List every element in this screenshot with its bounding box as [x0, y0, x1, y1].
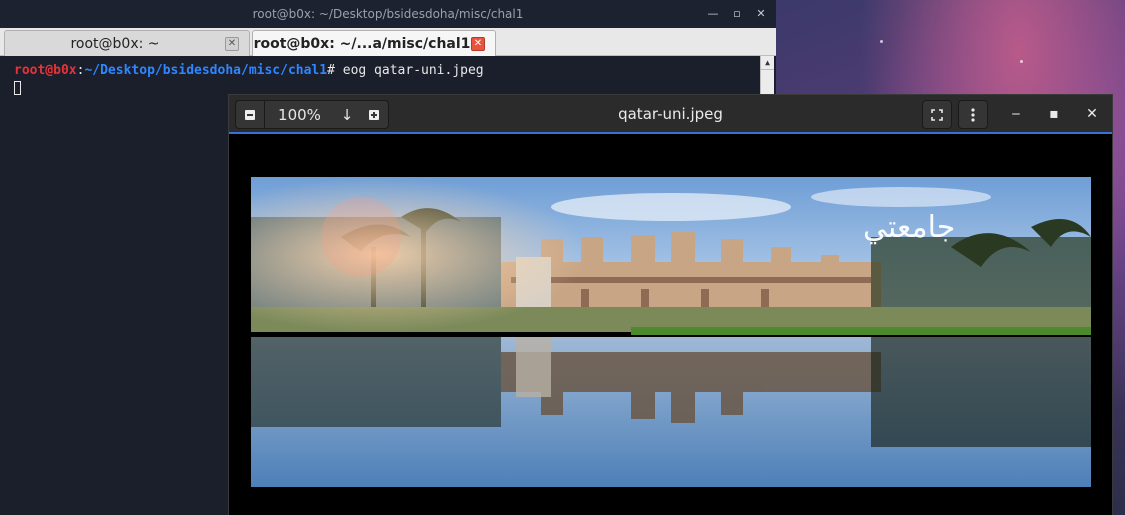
maximize-icon[interactable]: ▪ — [1045, 105, 1063, 123]
kebab-menu-icon — [971, 107, 975, 122]
close-icon[interactable]: ✕ — [754, 7, 768, 21]
tab-close-icon[interactable]: ✕ — [225, 36, 239, 51]
tab-label: root@b0x: ~ — [70, 35, 160, 52]
terminal-title: root@b0x: ~/Desktop/bsidesdoha/misc/chal… — [252, 7, 524, 21]
zoom-level[interactable]: 100% — [264, 101, 334, 128]
tab-home[interactable]: root@b0x: ~ ✕ — [4, 30, 250, 56]
fullscreen-icon — [931, 108, 943, 121]
prompt-command: eog qatar-uni.jpeg — [334, 63, 484, 78]
prompt-path: ~/Desktop/bsidesdoha/misc/chal1 — [84, 63, 328, 78]
terminal-tabs: root@b0x: ~ ✕ root@b0x: ~/...a/misc/chal… — [0, 28, 776, 56]
maximize-icon[interactable]: ▫ — [730, 7, 744, 21]
prompt-line: root@b0x:~/Desktop/bsidesdoha/misc/chal1… — [14, 63, 762, 78]
terminal-cursor — [14, 81, 21, 95]
viewer-headerbar: 100% ↓ qatar-uni.jpeg ‒ ▪ ✕ — [229, 95, 1112, 134]
tab-chal1[interactable]: root@b0x: ~/...a/misc/chal1 ✕ — [252, 30, 496, 56]
image-viewer-window: 100% ↓ qatar-uni.jpeg ‒ ▪ ✕ جامعتي — [228, 94, 1113, 515]
fullscreen-button[interactable] — [922, 100, 952, 129]
minimize-icon[interactable]: ‒ — [1007, 105, 1025, 123]
zoom-in-button[interactable] — [360, 101, 388, 128]
zoom-controls: 100% ↓ — [235, 100, 389, 129]
tab-label: root@b0x: ~/...a/misc/chal1 — [253, 35, 471, 52]
prompt-symbol: # — [327, 63, 335, 78]
zoom-menu-arrow-icon[interactable]: ↓ — [334, 101, 360, 128]
minimize-icon[interactable]: — — [706, 7, 720, 21]
menu-button[interactable] — [958, 100, 988, 129]
scroll-up-icon[interactable]: ▲ — [761, 56, 774, 70]
plus-icon — [369, 109, 379, 120]
terminal-scrollbar[interactable]: ▲ — [760, 56, 774, 96]
terminal-titlebar: root@b0x: ~/Desktop/bsidesdoha/misc/chal… — [0, 0, 776, 28]
qatar-university-photo: جامعتي — [251, 177, 1091, 487]
close-icon[interactable]: ✕ — [1083, 105, 1101, 123]
displayed-image[interactable]: جامعتي — [251, 177, 1091, 487]
zoom-out-button[interactable] — [236, 101, 264, 128]
prompt-user: root@b0x — [14, 63, 77, 78]
minus-icon — [245, 109, 255, 120]
tab-close-icon[interactable]: ✕ — [471, 36, 485, 51]
calligraphy-text: جامعتي — [863, 210, 955, 245]
